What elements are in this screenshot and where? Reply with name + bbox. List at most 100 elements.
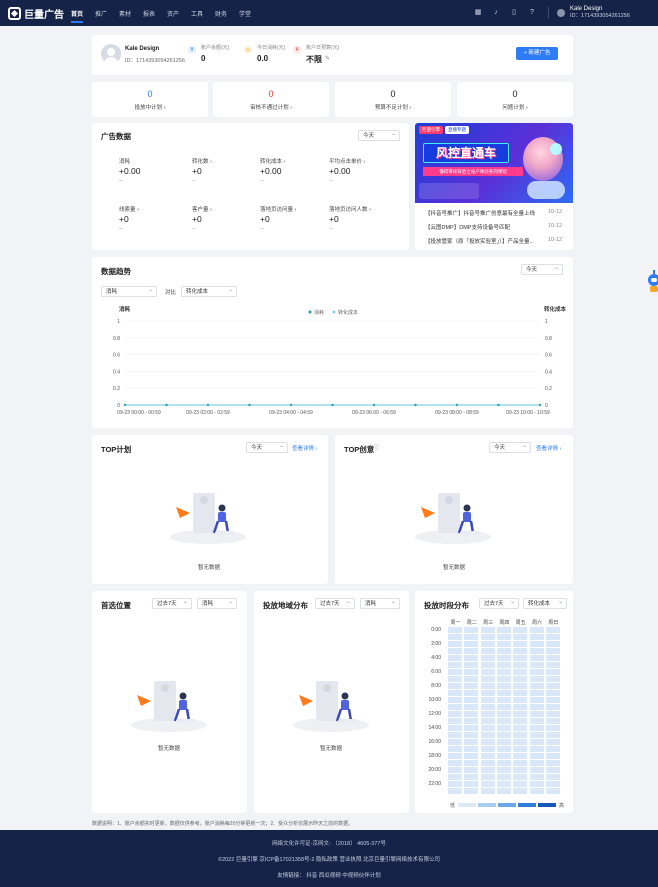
heat-cell[interactable]	[529, 676, 544, 682]
heat-cell[interactable]	[448, 648, 462, 654]
heat-cell[interactable]	[545, 697, 560, 703]
heat-cell[interactable]	[496, 732, 511, 738]
heat-cell[interactable]	[448, 767, 462, 773]
heat-cell[interactable]	[545, 753, 560, 759]
heat-cell[interactable]	[545, 725, 560, 731]
heat-cell[interactable]	[513, 648, 528, 654]
heat-cell[interactable]	[513, 767, 528, 773]
heat-cell[interactable]	[496, 760, 511, 766]
top-plan-range-select[interactable]: 今天	[246, 442, 288, 453]
nav-material[interactable]: 素材	[119, 9, 131, 18]
heat-cell[interactable]	[480, 676, 495, 682]
heat-cell[interactable]	[496, 697, 511, 703]
heat-cell[interactable]	[480, 753, 495, 759]
heat-cell[interactable]	[529, 732, 544, 738]
heat-cell[interactable]	[529, 634, 544, 640]
heat-cell[interactable]	[496, 704, 511, 710]
heat-cell[interactable]	[464, 788, 479, 794]
nav-tools[interactable]: 工具	[191, 9, 203, 18]
heat-cell[interactable]	[529, 725, 544, 731]
heat-cell[interactable]	[513, 760, 528, 766]
heat-cell[interactable]	[496, 676, 511, 682]
heat-cell[interactable]	[513, 704, 528, 710]
heat-cell[interactable]	[513, 676, 528, 682]
heat-cell[interactable]	[448, 746, 462, 752]
heat-cell[interactable]	[496, 641, 511, 647]
heat-cell[interactable]	[480, 781, 495, 787]
help-icon[interactable]: ?	[528, 9, 536, 17]
heat-cell[interactable]	[464, 634, 479, 640]
heat-cell[interactable]	[513, 669, 528, 675]
trend-range-select[interactable]: 今天	[521, 264, 563, 275]
heat-cell[interactable]	[480, 767, 495, 773]
heat-cell[interactable]	[464, 753, 479, 759]
footer-copyright[interactable]: ©2022 巨量引擎 京ICP备17021358号-2 隐私政策 营业执照 北京…	[0, 855, 658, 863]
heat-cell[interactable]	[529, 746, 544, 752]
heat-cell[interactable]	[545, 648, 560, 654]
heat-cell[interactable]	[480, 774, 495, 780]
ad-metric-label[interactable]: 线索量 ›	[119, 205, 139, 213]
time-dist-metric-select[interactable]: 转化成本	[523, 598, 567, 609]
heat-cell[interactable]	[513, 739, 528, 745]
heat-cell[interactable]	[464, 683, 479, 689]
heat-cell[interactable]	[513, 718, 528, 724]
heat-cell[interactable]	[545, 760, 560, 766]
heat-cell[interactable]	[513, 781, 528, 787]
ad-metric-label[interactable]: 转化成本 ›	[260, 157, 285, 165]
heat-cell[interactable]	[545, 781, 560, 787]
stat-card-running[interactable]: 0 投放中计划 ›	[92, 82, 208, 117]
heat-cell[interactable]	[513, 655, 528, 661]
nav-academy[interactable]: 学堂	[239, 9, 251, 18]
placement-metric-select[interactable]: 消耗	[197, 598, 237, 609]
phone-icon[interactable]: ▯	[510, 9, 518, 17]
heat-cell[interactable]	[529, 704, 544, 710]
heat-cell[interactable]	[545, 746, 560, 752]
heat-cell[interactable]	[464, 697, 479, 703]
heat-cell[interactable]	[464, 711, 479, 717]
heat-cell[interactable]	[496, 669, 511, 675]
trend-metric-left-select[interactable]: 消耗	[101, 286, 157, 297]
heat-cell[interactable]	[480, 669, 495, 675]
heat-cell[interactable]	[529, 767, 544, 773]
heat-cell[interactable]	[464, 627, 479, 633]
heat-cell[interactable]	[496, 662, 511, 668]
heat-cell[interactable]	[480, 732, 495, 738]
heat-cell[interactable]	[448, 697, 462, 703]
heat-cell[interactable]	[480, 634, 495, 640]
heat-cell[interactable]	[529, 669, 544, 675]
placement-range-select[interactable]: 过去7天	[152, 598, 192, 609]
heat-cell[interactable]	[480, 697, 495, 703]
heat-cell[interactable]	[464, 676, 479, 682]
promo-banner[interactable]: 巨量引擎 直播专题 风控直通车 懂得审核背后之账户体验系列课程	[415, 123, 573, 203]
heat-cell[interactable]	[480, 655, 495, 661]
heat-cell[interactable]	[513, 627, 528, 633]
heat-cell[interactable]	[480, 711, 495, 717]
heat-cell[interactable]	[480, 683, 495, 689]
heat-cell[interactable]	[545, 641, 560, 647]
heat-cell[interactable]	[448, 641, 462, 647]
heat-cell[interactable]	[513, 690, 528, 696]
heat-cell[interactable]	[448, 781, 462, 787]
heat-cell[interactable]	[545, 732, 560, 738]
heat-cell[interactable]	[545, 662, 560, 668]
heat-cell[interactable]	[513, 753, 528, 759]
heat-cell[interactable]	[480, 746, 495, 752]
stat-card-budget-low[interactable]: 0 预算不足计划 ›	[335, 82, 451, 117]
ad-data-range-select[interactable]: 今天	[358, 130, 400, 141]
heat-cell[interactable]	[480, 662, 495, 668]
heat-cell[interactable]	[545, 704, 560, 710]
top-creative-detail-link[interactable]: 查看详情 ›	[536, 444, 561, 452]
heat-cell[interactable]	[496, 767, 511, 773]
heat-cell[interactable]	[448, 676, 462, 682]
heat-cell[interactable]	[513, 697, 528, 703]
heat-cell[interactable]	[545, 634, 560, 640]
stat-card-problem[interactable]: 0 问题计划 ›	[457, 82, 573, 117]
heat-cell[interactable]	[448, 788, 462, 794]
heat-cell[interactable]	[448, 634, 462, 640]
heat-cell[interactable]	[545, 655, 560, 661]
top-creative-range-select[interactable]: 今天	[489, 442, 531, 453]
heat-cell[interactable]	[464, 648, 479, 654]
nav-avatar[interactable]	[557, 9, 565, 17]
heat-cell[interactable]	[480, 718, 495, 724]
heat-cell[interactable]	[545, 774, 560, 780]
